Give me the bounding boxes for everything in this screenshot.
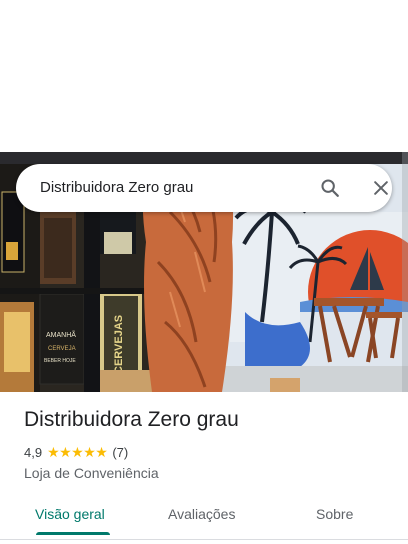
sign-text-cerveja: CERVEJA bbox=[48, 346, 76, 352]
place-category[interactable]: Loja de Conveniência bbox=[24, 465, 159, 481]
sign-text-beber-hoje: BEBER HOJE bbox=[44, 358, 76, 364]
active-tab-indicator bbox=[36, 532, 110, 535]
tabs-divider bbox=[0, 539, 408, 540]
review-count[interactable]: (7) bbox=[112, 445, 128, 460]
place-title: Distribuidora Zero grau bbox=[24, 408, 239, 431]
rating-row[interactable]: 4,9 ★★★★★ (7) bbox=[24, 444, 128, 461]
tab-about[interactable]: Sobre bbox=[316, 506, 353, 522]
blank-header-area bbox=[0, 0, 408, 152]
place-tabs: Visão geral Avaliações Sobre bbox=[0, 496, 408, 536]
tab-reviews[interactable]: Avaliações bbox=[168, 506, 235, 522]
tab-overview[interactable]: Visão geral bbox=[35, 506, 105, 522]
sign-text-cervejas: CERVEJAS bbox=[113, 315, 125, 374]
scroll-edge bbox=[402, 152, 408, 392]
sign-text-amanha: AMANHÃ bbox=[46, 330, 76, 339]
rating-value: 4,9 bbox=[24, 445, 43, 460]
search-query-text[interactable]: Distribuidora Zero grau bbox=[40, 179, 193, 196]
close-icon[interactable] bbox=[369, 176, 393, 200]
rating-stars: ★★★★★ bbox=[47, 444, 108, 460]
place-info: Distribuidora Zero grau 4,9 ★★★★★ (7) Lo… bbox=[24, 408, 394, 481]
search-icon[interactable] bbox=[318, 176, 342, 200]
search-bar[interactable]: Distribuidora Zero grau bbox=[16, 164, 392, 212]
